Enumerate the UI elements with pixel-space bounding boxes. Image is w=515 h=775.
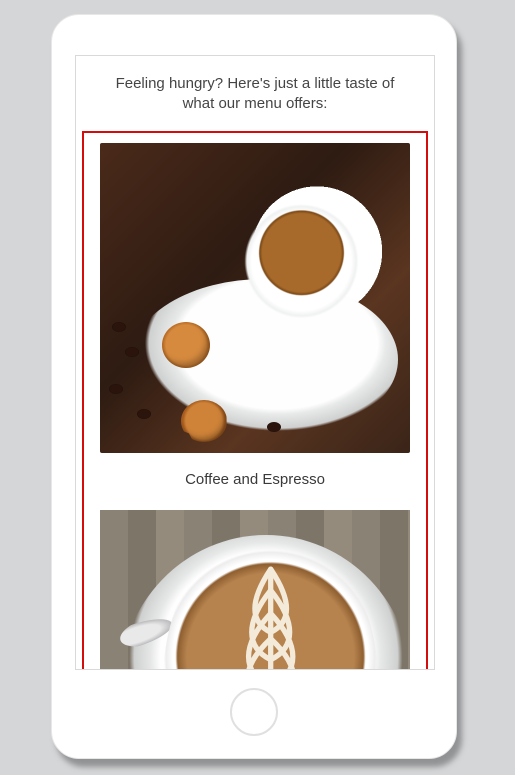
content-scroll-area[interactable]: Feeling hungry? Here's just a little tas… xyxy=(76,56,434,669)
menu-intro-text: Feeling hungry? Here's just a little tas… xyxy=(76,56,434,125)
highlighted-menu-section: Coffee and Espresso xyxy=(82,131,428,670)
amaretti-cookie-icon xyxy=(181,400,227,442)
phone-mockup-frame: Feeling hungry? Here's just a little tas… xyxy=(51,14,457,759)
coffee-bean-icon xyxy=(137,409,151,419)
phone-home-button[interactable] xyxy=(230,688,278,736)
menu-item-image-espresso xyxy=(100,143,410,453)
phone-screen: Feeling hungry? Here's just a little tas… xyxy=(75,55,435,670)
coffee-bean-icon xyxy=(267,422,281,432)
coffee-bean-icon xyxy=(112,322,126,332)
menu-item-caption: Coffee and Espresso xyxy=(100,453,410,510)
amaretti-cookie-icon xyxy=(162,322,210,368)
coffee-bean-icon xyxy=(125,347,139,357)
menu-item-image-latte xyxy=(100,510,410,670)
coffee-bean-icon xyxy=(109,384,123,394)
latte-cup-icon xyxy=(162,520,379,669)
